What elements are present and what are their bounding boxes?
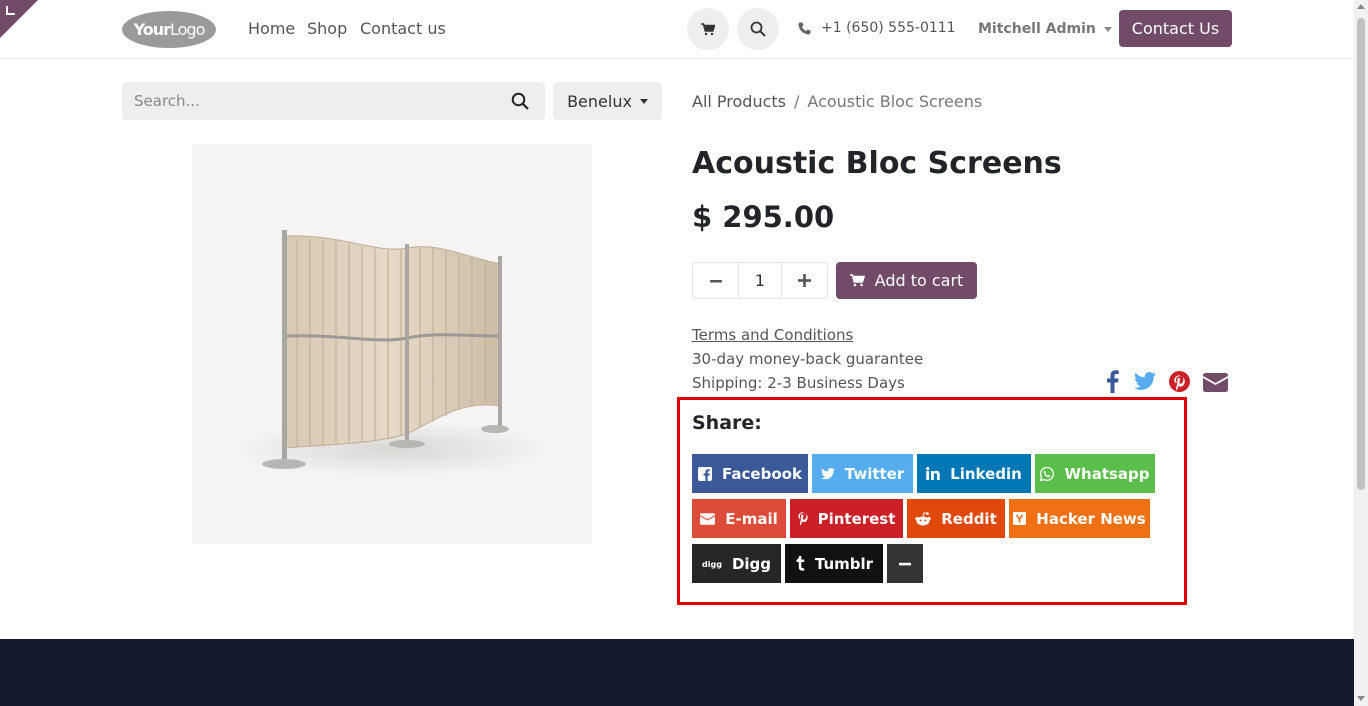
product-image[interactable] [192,144,592,544]
product-title: Acoustic Bloc Screens [692,146,1062,181]
minus-icon [709,279,722,282]
cart-button[interactable] [687,8,729,50]
pinterest-icon[interactable] [1169,371,1190,392]
svg-text:digg: digg [702,560,722,569]
share-digg-button[interactable]: digg Digg [692,544,781,583]
scroll-down-icon[interactable] [1357,696,1365,701]
product-price: $ 295.00 [692,200,835,234]
share-linkedin-button[interactable]: Linkedin [917,454,1031,493]
page-scrollbar[interactable] [1354,0,1368,706]
product-search [122,82,545,120]
page-footer [0,639,1354,706]
share-facebook-label: Facebook [722,464,802,483]
twitter-icon[interactable] [1134,372,1156,391]
twitter-icon [820,467,835,479]
minus-icon [899,562,911,565]
facebook-square-icon [698,466,713,481]
pinterest-icon [798,511,808,525]
add-to-cart-label: Add to cart [874,271,964,290]
share-email-button[interactable]: E-mail [692,499,786,538]
logo-text-bold: Your [133,20,171,39]
cart-icon [849,274,865,287]
share-tumblr-button[interactable]: Tumblr [785,544,883,583]
share-email-label: E-mail [725,509,778,528]
whatsapp-icon [1040,466,1055,481]
acoustic-screen-illustration [232,230,552,477]
digg-icon: digg [702,560,722,569]
scroll-up-icon[interactable] [1357,4,1365,9]
pricelist-dropdown[interactable]: Benelux [553,82,662,120]
quantity-minus-button[interactable] [693,263,738,298]
site-logo[interactable]: Your Logo [122,11,216,48]
share-pinterest-button[interactable]: Pinterest [790,499,903,538]
page: Your Logo Home Shop Contact us +1 (650) 5… [0,0,1368,706]
cart-icon [701,22,715,35]
user-menu[interactable]: Mitchell Admin [978,21,1112,37]
share-reddit-label: Reddit [941,509,997,528]
share-linkedin-label: Linkedin [950,464,1022,483]
phone-link[interactable]: +1 (650) 555-0111 [798,20,956,36]
quantity-stepper: 1 [692,262,828,299]
reddit-icon [915,511,931,525]
breadcrumb: All Products / Acoustic Bloc Screens [692,92,982,111]
share-facebook-button[interactable]: Facebook [692,454,808,493]
guarantee-text: 30-day money-back guarantee [692,350,924,368]
search-icon [750,21,766,37]
share-digg-label: Digg [731,554,772,573]
facebook-icon[interactable] [1106,370,1119,393]
nav-home[interactable]: Home [248,19,295,38]
quantity-plus-button[interactable] [782,263,827,298]
contact-us-button[interactable]: Contact Us [1119,10,1232,47]
shipping-text: Shipping: 2-3 Business Days [692,374,905,392]
logo-text-thin: Logo [170,20,205,39]
top-header: Your Logo Home Shop Contact us +1 (650) 5… [0,0,1354,59]
breadcrumb-separator: / [794,92,800,111]
share-tumblr-label: Tumblr [814,554,874,573]
share-pinterest-label: Pinterest [817,509,896,528]
hacker-news-icon [1013,512,1027,525]
search-toggle-button[interactable] [737,8,779,50]
add-to-cart-button[interactable]: Add to cart [836,262,977,299]
linkedin-icon [926,467,940,480]
breadcrumb-current: Acoustic Bloc Screens [807,92,983,111]
share-twitter-button[interactable]: Twitter [812,454,913,493]
pricelist-label: Benelux [567,91,632,111]
search-input[interactable] [122,92,492,110]
share-twitter-label: Twitter [844,464,905,483]
corner-arrow-icon [6,6,15,15]
tumblr-icon [796,556,805,571]
share-collapse-button[interactable] [887,544,923,583]
share-whatsapp-button[interactable]: Whatsapp [1035,454,1155,493]
phone-number: +1 (650) 555-0111 [821,20,956,36]
envelope-icon[interactable] [1203,373,1228,392]
nav-contact-us[interactable]: Contact us [360,19,446,38]
terms-link[interactable]: Terms and Conditions [692,326,853,344]
share-title: Share: [692,412,762,434]
quantity-input[interactable]: 1 [738,263,782,298]
scrollbar-thumb[interactable] [1357,18,1365,490]
share-reddit-button[interactable]: Reddit [907,499,1005,538]
share-hacker-news-button[interactable]: Hacker News [1009,499,1150,538]
search-icon[interactable] [511,92,529,110]
share-hacker-news-label: Hacker News [1036,509,1146,528]
envelope-icon [700,512,716,525]
user-name: Mitchell Admin [978,21,1096,37]
plus-icon [798,274,811,287]
chevron-down-icon [1103,26,1112,32]
phone-icon [798,22,811,34]
chevron-down-icon [639,98,648,104]
breadcrumb-all-products[interactable]: All Products [692,92,786,111]
share-whatsapp-label: Whatsapp [1064,464,1150,483]
nav-shop[interactable]: Shop [307,19,347,38]
